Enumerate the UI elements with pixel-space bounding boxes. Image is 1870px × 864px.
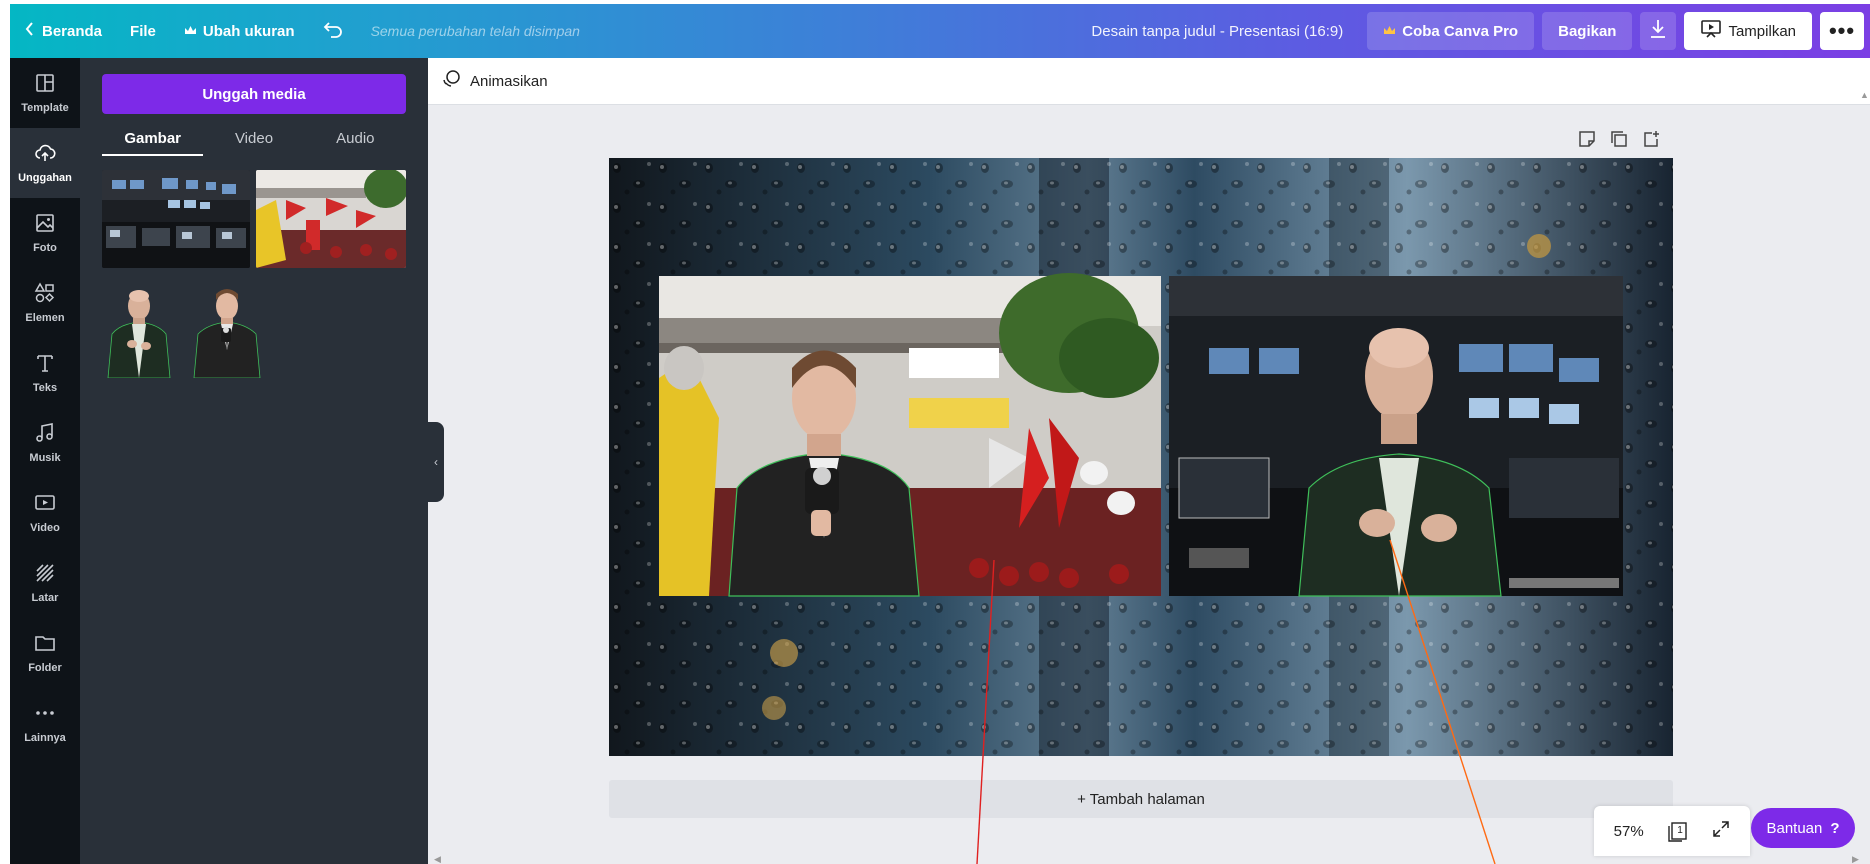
rail-item-video[interactable]: Video bbox=[10, 478, 80, 548]
text-icon bbox=[34, 352, 56, 377]
animate-button[interactable]: Animasikan bbox=[470, 73, 548, 90]
home-label: Beranda bbox=[42, 22, 103, 40]
more-options-button[interactable]: ••• bbox=[1820, 12, 1864, 50]
slide-canvas[interactable] bbox=[609, 158, 1673, 756]
rail-label: Lainnya bbox=[24, 732, 66, 744]
slide-artwork bbox=[609, 158, 1673, 756]
upload-thumbnail-protest[interactable] bbox=[256, 170, 406, 268]
download-icon bbox=[1649, 19, 1667, 43]
upload-media-button[interactable]: Unggah media bbox=[102, 74, 406, 114]
upload-thumbnail-newsroom[interactable] bbox=[102, 170, 250, 268]
document-title[interactable]: Desain tanpa judul - Presentasi (16:9) bbox=[1091, 23, 1343, 40]
background-icon bbox=[34, 562, 56, 587]
file-menu-button[interactable]: File bbox=[116, 4, 170, 58]
undo-button[interactable] bbox=[309, 4, 357, 58]
rail-label: Folder bbox=[28, 662, 62, 674]
side-rail: Template Unggahan Foto Elemen Teks Musik… bbox=[10, 58, 80, 864]
add-page-button[interactable]: + Tambah halaman bbox=[609, 780, 1673, 818]
rail-label: Elemen bbox=[25, 312, 65, 324]
home-button[interactable]: Beranda bbox=[10, 4, 116, 58]
present-label: Tampilkan bbox=[1728, 22, 1796, 40]
media-tabs: Gambar Video Audio bbox=[102, 122, 406, 156]
duplicate-page-icon[interactable] bbox=[1610, 130, 1628, 153]
rail-item-template[interactable]: Template bbox=[10, 58, 80, 128]
present-icon bbox=[1700, 19, 1722, 43]
rail-item-folder[interactable]: Folder bbox=[10, 618, 80, 688]
canva-editor: Beranda File Ubah ukuran Semua perubahan… bbox=[0, 0, 1870, 864]
rail-item-background[interactable]: Latar bbox=[10, 548, 80, 618]
rail-label: Musik bbox=[29, 452, 61, 464]
fullscreen-icon[interactable] bbox=[1712, 820, 1730, 842]
scroll-left-icon[interactable]: ◀ bbox=[434, 854, 441, 864]
resize-label: Ubah ukuran bbox=[202, 22, 295, 40]
present-button[interactable]: Tampilkan bbox=[1684, 12, 1812, 50]
resize-button[interactable]: Ubah ukuran bbox=[170, 4, 309, 58]
rail-item-uploads[interactable]: Unggahan bbox=[10, 128, 80, 198]
rail-label: Latar bbox=[31, 592, 59, 604]
upload-cloud-icon bbox=[34, 142, 56, 167]
tab-images[interactable]: Gambar bbox=[102, 122, 204, 156]
tab-audio[interactable]: Audio bbox=[305, 122, 406, 156]
protest-photo[interactable] bbox=[659, 273, 1161, 597]
scroll-right-icon[interactable]: ▶ bbox=[1852, 854, 1859, 864]
tab-video[interactable]: Video bbox=[203, 122, 304, 156]
top-bar: Beranda File Ubah ukuran Semua perubahan… bbox=[10, 4, 1870, 58]
collapse-panel-button[interactable]: ‹ bbox=[428, 422, 444, 502]
newsroom-photo[interactable] bbox=[1169, 276, 1623, 597]
rail-item-text[interactable]: Teks bbox=[10, 338, 80, 408]
crown-icon bbox=[184, 23, 197, 40]
share-button[interactable]: Bagikan bbox=[1542, 12, 1633, 50]
scroll-up-icon[interactable]: ▲ bbox=[1860, 90, 1869, 100]
try-pro-button[interactable]: Coba Canva Pro bbox=[1367, 12, 1535, 50]
rail-item-more[interactable]: Lainnya bbox=[10, 688, 80, 758]
elements-icon bbox=[34, 282, 56, 307]
try-pro-label: Coba Canva Pro bbox=[1402, 22, 1519, 40]
music-icon bbox=[34, 422, 56, 447]
rail-item-elements[interactable]: Elemen bbox=[10, 268, 80, 338]
upload-thumbnail-bald-presenter[interactable] bbox=[102, 280, 176, 378]
chevron-left-icon bbox=[24, 22, 36, 40]
rail-label: Unggahan bbox=[18, 172, 72, 184]
video-icon bbox=[34, 492, 56, 517]
page-count: 1 bbox=[1677, 824, 1683, 836]
rail-item-photos[interactable]: Foto bbox=[10, 198, 80, 268]
save-status: Semua perubahan telah disimpan bbox=[370, 23, 580, 39]
zoom-controls: 57% 1 bbox=[1594, 806, 1750, 856]
page-count-icon[interactable]: 1 bbox=[1667, 820, 1689, 842]
rail-label: Video bbox=[30, 522, 60, 534]
upload-thumbnail-reporter[interactable] bbox=[190, 280, 264, 378]
zoom-level[interactable]: 57% bbox=[1614, 823, 1644, 840]
crown-icon bbox=[1383, 23, 1396, 40]
help-label: Bantuan bbox=[1766, 819, 1823, 837]
undo-icon bbox=[323, 20, 343, 42]
template-icon bbox=[34, 72, 56, 97]
question-icon: ? bbox=[1830, 819, 1840, 837]
page-tools bbox=[1578, 130, 1660, 153]
folder-icon bbox=[34, 632, 56, 657]
animate-toolbar: Animasikan bbox=[428, 58, 1870, 105]
help-button[interactable]: Bantuan ? bbox=[1751, 808, 1855, 848]
add-page-icon[interactable] bbox=[1642, 130, 1660, 153]
rail-label: Template bbox=[21, 102, 69, 114]
chevron-left-icon: ‹ bbox=[434, 455, 438, 469]
uploads-panel: Unggah media Gambar Video Audio bbox=[80, 58, 428, 864]
rail-label: Foto bbox=[33, 242, 57, 254]
rail-item-music[interactable]: Musik bbox=[10, 408, 80, 478]
animate-icon[interactable] bbox=[442, 69, 462, 93]
more-icon bbox=[34, 702, 56, 727]
note-icon[interactable] bbox=[1578, 130, 1596, 153]
rail-label: Teks bbox=[32, 382, 58, 394]
download-button[interactable] bbox=[1640, 12, 1677, 50]
photo-icon bbox=[34, 212, 56, 237]
editor-area: Animasikan + Tambah halaman 57% 1 Bantua… bbox=[428, 58, 1870, 864]
